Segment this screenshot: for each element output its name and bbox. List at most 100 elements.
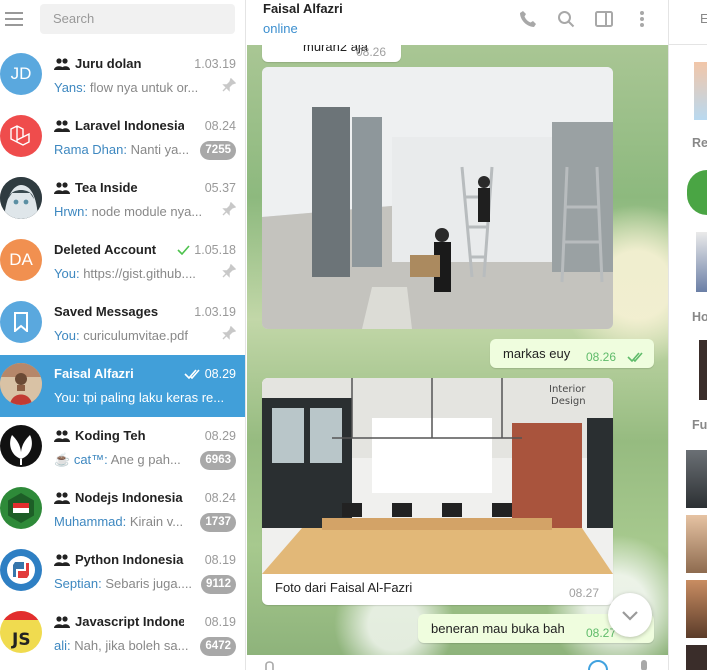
preview-text: Kirain v... xyxy=(129,514,184,529)
chat-time-text: 08.19 xyxy=(204,553,236,567)
telegram-window: JD Juru dolan 1.03.19 Yans: flow nya unt… xyxy=(0,0,707,670)
javascript-logo-icon: JS xyxy=(0,611,42,650)
preview-sender: You: xyxy=(54,266,80,281)
avatar xyxy=(0,177,42,219)
avatar xyxy=(0,425,42,467)
search-input[interactable] xyxy=(40,3,235,34)
unread-count: 1737 xyxy=(200,513,236,532)
bookmark-icon xyxy=(14,312,28,332)
preview-text: curiculumvitae.pdf xyxy=(83,328,188,343)
message-incoming[interactable]: muran2 aja 08.26 xyxy=(262,45,401,62)
avatar xyxy=(0,487,42,529)
chat-name: Deleted Account xyxy=(54,242,157,257)
chat-time: 08.24 xyxy=(205,119,236,133)
chat-preview: Yans: flow nya untuk or... xyxy=(54,80,204,95)
chat-title: Juru dolan xyxy=(54,56,184,71)
sticker-thumbnail[interactable] xyxy=(699,340,707,400)
search-icon[interactable] xyxy=(554,8,578,30)
chat-name: Python Indonesia xyxy=(75,552,184,567)
chat-list-panel: JD Juru dolan 1.03.19 Yans: flow nya unt… xyxy=(0,0,246,670)
chat-title: Faisal Alfazri xyxy=(54,366,184,381)
chat-item-tea-inside[interactable]: Tea Inside 05.37 Hrwn: node module nya..… xyxy=(0,169,245,231)
chat-time-text: 1.03.19 xyxy=(194,305,236,319)
room-construction-photo xyxy=(262,67,613,329)
preview-text: https://gist.github.... xyxy=(83,266,196,281)
sticker-thumbnail[interactable] xyxy=(687,170,707,215)
message-outgoing[interactable]: markas euy 08.26 xyxy=(490,339,654,368)
chat-item-laravel-indonesia[interactable]: Laravel Indonesia 08.24 Rama Dhan: Nanti… xyxy=(0,107,245,169)
peer-name[interactable]: Faisal Alfazri xyxy=(263,1,343,16)
panel-tab-label[interactable]: E xyxy=(700,11,707,26)
sidebar-toggle-icon[interactable] xyxy=(592,8,616,30)
chat-time-text: 08.29 xyxy=(204,429,236,443)
chat-title: Python Indonesia xyxy=(54,552,184,567)
sticker-thumbnail[interactable] xyxy=(686,580,707,638)
chat-preview: You: curiculumvitae.pdf xyxy=(54,328,204,343)
scroll-down-button[interactable] xyxy=(608,593,652,637)
chat-item-juru-dolan[interactable]: JD Juru dolan 1.03.19 Yans: flow nya unt… xyxy=(0,45,245,107)
chat-preview: Hrwn: node module nya... xyxy=(54,204,204,219)
chat-preview: ali: Nah, jika boleh sa... xyxy=(54,638,194,653)
avatar xyxy=(0,549,42,591)
preview-sender: Hrwn: xyxy=(54,204,88,219)
preview-sender: Muhammad: xyxy=(54,514,127,529)
photo-caption: Foto dari Faisal Al-Fazri xyxy=(275,580,413,595)
sticker-thumbnail[interactable] xyxy=(686,645,707,670)
chat-item-javascript-indonesia[interactable]: JS Javascript Indone... 08.19 ali: Nah, … xyxy=(0,603,245,665)
chat-item-python-indonesia[interactable]: Python Indonesia 08.19 Septian: Sebaris … xyxy=(0,541,245,603)
section-label-recent: Re xyxy=(692,136,707,150)
chat-name: Saved Messages xyxy=(54,304,159,319)
preview-text: tpi paling laku keras re... xyxy=(83,390,225,405)
coffee-emoji-icon: ☕ xyxy=(54,452,71,467)
chat-time: 1.03.19 xyxy=(194,305,236,319)
chat-time-text: 08.24 xyxy=(204,491,236,505)
avatar xyxy=(0,363,42,405)
emoji-sticker-panel: E Re Ho Fu xyxy=(668,0,707,670)
sticker-thumbnail[interactable] xyxy=(686,515,707,573)
section-label-fun: Fu xyxy=(692,418,707,432)
chat-preview: Rama Dhan: Nanti ya... xyxy=(54,142,194,157)
preview-sender: Septian: xyxy=(54,576,102,591)
sticker-thumbnail[interactable] xyxy=(686,450,707,508)
group-icon xyxy=(54,553,70,566)
divider xyxy=(669,44,707,45)
chat-name: Tea Inside xyxy=(75,180,138,195)
conversation-panel: Faisal Alfazri online muran2 aja 08.26 m… xyxy=(247,0,668,670)
search-bar xyxy=(0,0,245,37)
group-icon xyxy=(54,491,70,504)
chat-item-koding-teh[interactable]: Koding Teh 08.29 ☕ cat™: Ane g pah... 69… xyxy=(0,417,245,479)
chat-title: Koding Teh xyxy=(54,428,184,443)
preview-text: Ane g pah... xyxy=(110,452,181,467)
chat-item-nodejs-indonesia[interactable]: Nodejs Indonesia 08.24 Muhammad: Kirain … xyxy=(0,479,245,541)
chat-title: Deleted Account xyxy=(54,242,184,257)
chat-name: Nodejs Indonesia xyxy=(75,490,183,505)
attach-icon[interactable] xyxy=(263,660,277,670)
chat-time-text: 08.19 xyxy=(204,615,236,629)
photo-message-with-caption[interactable]: Interior Design Foto dari Faisal Al-Fazr… xyxy=(262,378,613,605)
sticker-thumbnail[interactable] xyxy=(696,232,707,292)
chat-item-faisal-alfazri[interactable]: Faisal Alfazri 08.29 You: tpi paling lak… xyxy=(0,355,245,417)
conversation-header: Faisal Alfazri online xyxy=(247,0,668,45)
double-check-icon xyxy=(627,352,643,362)
chat-item-saved-messages[interactable]: Saved Messages 1.03.19 You: curiculumvit… xyxy=(0,293,245,355)
phone-icon[interactable] xyxy=(516,8,540,30)
unread-badge: 7255 xyxy=(200,140,236,160)
compose-bar xyxy=(247,655,668,670)
preview-sender: Yans: xyxy=(54,80,87,95)
laravel-logo-icon xyxy=(10,125,30,146)
microphone-icon[interactable] xyxy=(639,659,649,670)
avatar: JS xyxy=(0,611,42,653)
sticker-thumbnail[interactable] xyxy=(694,62,707,120)
more-vertical-icon[interactable] xyxy=(630,8,654,30)
emoji-icon[interactable] xyxy=(587,659,609,670)
pin-icon xyxy=(222,263,237,283)
unread-badge: 9112 xyxy=(201,574,236,594)
chat-preview: ☕ cat™: Ane g pah... xyxy=(54,452,194,468)
hamburger-menu-icon[interactable] xyxy=(4,9,30,29)
chat-name: Koding Teh xyxy=(75,428,146,443)
chat-time: 08.24 xyxy=(205,491,236,505)
chat-item-deleted-account[interactable]: DA Deleted Account 1.05.18 You: https://… xyxy=(0,231,245,293)
chat-time-text: 08.29 xyxy=(204,367,236,381)
photo-message[interactable] xyxy=(262,67,613,329)
chat-title: Tea Inside xyxy=(54,180,184,195)
